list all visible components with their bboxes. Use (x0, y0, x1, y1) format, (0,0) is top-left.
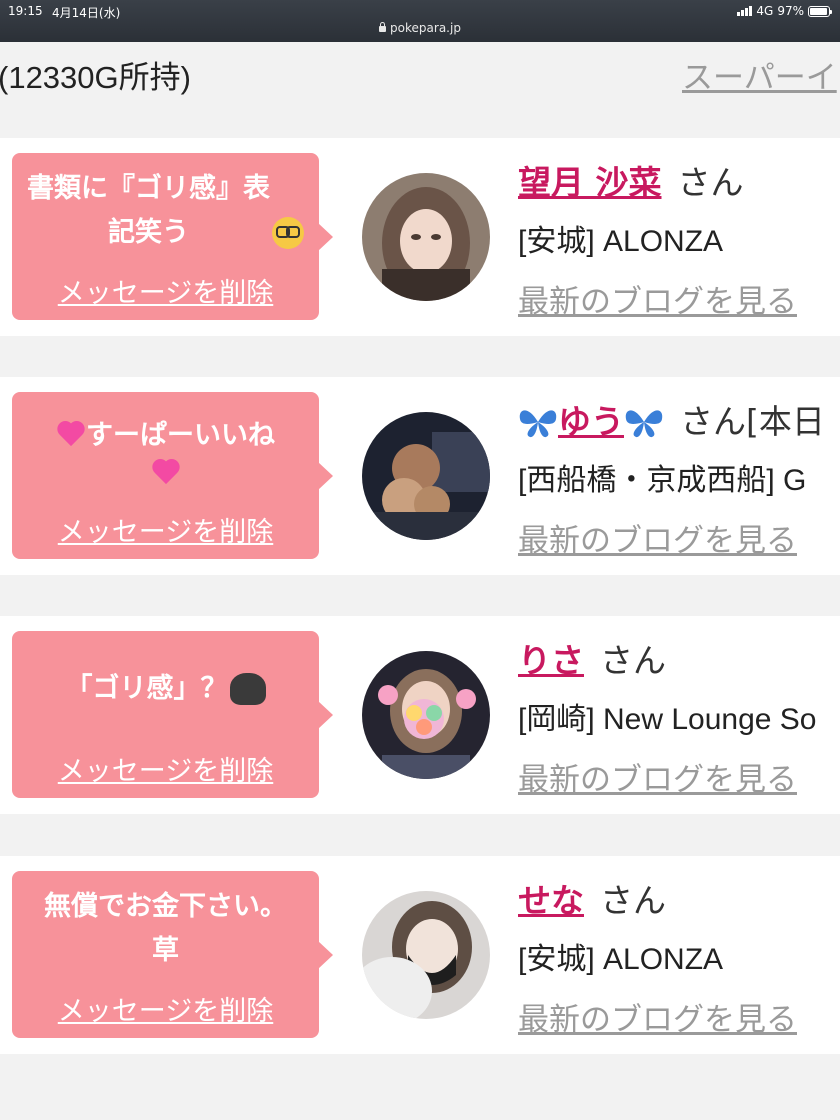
delete-message-button[interactable]: メッセージを削除 (12, 510, 319, 549)
avatar[interactable] (362, 173, 490, 301)
status-date: 4月14日(水) (52, 6, 121, 20)
cast-name-line: ゆう さん[本日 (518, 395, 825, 443)
message-card: 「ゴリ感」？ メッセージを削除 りさ さん [岡崎] New Lounge So … (0, 616, 840, 814)
cast-name-link[interactable]: 望月 沙菜 (518, 163, 662, 202)
message-bubble: 書類に『ゴリ感』表 記笑う メッセージを削除 (12, 153, 333, 320)
cast-name-link[interactable]: りさ (518, 641, 584, 680)
cast-name-link[interactable]: せな (518, 881, 584, 920)
status-time: 19:15 (8, 4, 43, 18)
message-bubble: 無償でお金下さい。 草 メッセージを削除 (12, 871, 333, 1038)
message-text-wrap: すーぱーいいね (20, 402, 311, 498)
latest-blog-link[interactable]: 最新のブログを見る (518, 515, 797, 560)
heart-icon (56, 420, 86, 448)
avatar[interactable] (362, 412, 490, 540)
url-text: pokepara.jp (390, 21, 461, 35)
super-link[interactable]: スーパーイ (682, 52, 837, 97)
name-suffix: さん (677, 163, 744, 202)
message-text: 無償でお金下さい。 草 (44, 891, 287, 966)
delete-message-button[interactable]: メッセージを削除 (12, 989, 319, 1028)
message-card: すーぱーいいね メッセージを削除 ゆう さん[本日 [西船橋・京成西船] G 最新… (0, 377, 840, 575)
message-line: すーぱーいいね (56, 414, 275, 458)
avatar[interactable] (362, 651, 490, 779)
shop-info: [岡崎] New Lounge So (518, 703, 817, 736)
gorilla-icon (229, 673, 266, 705)
latest-blog-link[interactable]: 最新のブログを見る (518, 276, 797, 321)
avatar[interactable] (362, 891, 490, 1019)
message-bubble: 「ゴリ感」？ メッセージを削除 (12, 631, 333, 798)
cast-name-text: ゆう (558, 402, 624, 441)
message-card: 無償でお金下さい。 草 メッセージを削除 せな さん [安城] ALONZA 最新… (0, 856, 840, 1054)
latest-blog-link[interactable]: 最新のブログを見る (518, 754, 797, 799)
heart-icon (151, 458, 181, 486)
battery-icon (808, 5, 832, 17)
cast-name-link[interactable]: ゆう (518, 402, 664, 441)
message-card: 書類に『ゴリ感』表 記笑う メッセージを削除 望月 沙菜 さん [安城] ALON… (0, 138, 840, 336)
signal-icon (737, 6, 753, 16)
points-balance: (12330G所持) (0, 60, 191, 95)
shop-info: [安城] ALONZA (518, 225, 724, 258)
cast-name-line: せな さん (518, 874, 666, 922)
message-text-wrap: 書類に『ゴリ感』表 記笑う (20, 163, 311, 259)
message-text: すーぱーいいね (86, 420, 275, 451)
butterfly-icon (625, 410, 663, 438)
butterfly-icon (519, 410, 557, 438)
lock-icon (379, 22, 387, 32)
delete-message-button[interactable]: メッセージを削除 (12, 749, 319, 788)
shop-info: [安城] ALONZA (518, 943, 724, 976)
status-bar: 19:15 4月14日(水) 4G 97% pokepara.jp (0, 0, 840, 42)
address-bar[interactable]: pokepara.jp (0, 21, 840, 35)
message-text: 「ゴリ感」？ (65, 673, 228, 704)
name-suffix: さん (600, 641, 666, 680)
status-indicators: 4G 97% (737, 4, 832, 18)
cast-name-line: りさ さん (518, 634, 666, 682)
message-text-wrap: 無償でお金下さい。 草 (20, 881, 311, 977)
message-text: 書類に『ゴリ感』表 記笑う (27, 173, 270, 248)
cast-name-line: 望月 沙菜 さん (518, 156, 744, 204)
battery-percent: 97% (777, 4, 804, 18)
battery-fill (810, 7, 828, 15)
shop-info: [西船橋・京成西船] G (518, 464, 807, 497)
name-suffix: さん[本日 (680, 402, 825, 441)
nerd-face-icon (272, 217, 304, 249)
name-suffix: さん (600, 881, 666, 920)
delete-message-button[interactable]: メッセージを削除 (12, 271, 319, 310)
latest-blog-link[interactable]: 最新のブログを見る (518, 994, 797, 1039)
message-text-wrap: 「ゴリ感」？ (20, 641, 311, 737)
message-bubble: すーぱーいいね メッセージを削除 (12, 392, 333, 559)
network-type: 4G (756, 4, 774, 18)
